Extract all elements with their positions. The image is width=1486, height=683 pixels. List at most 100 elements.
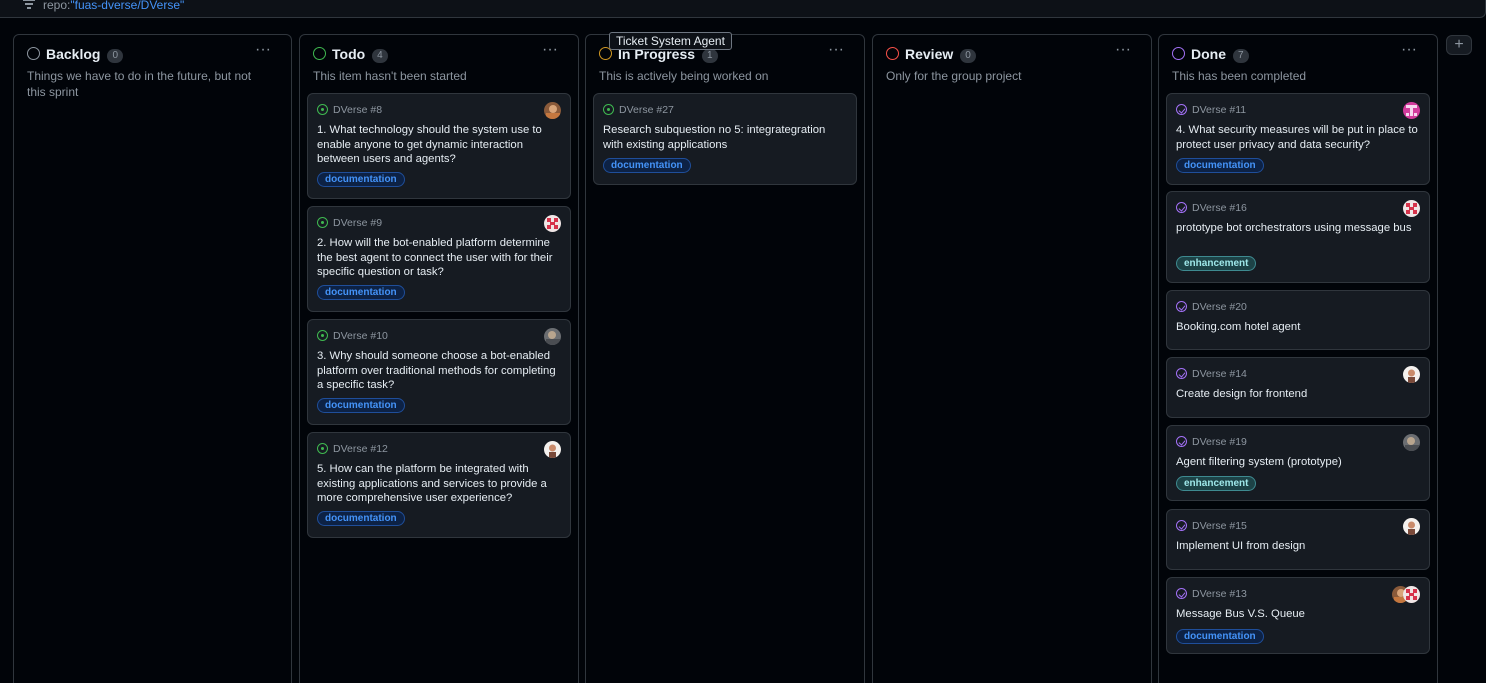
column-menu-icon[interactable]: ···: [828, 41, 844, 59]
add-column-button[interactable]: +: [1446, 35, 1472, 55]
column-count: 1: [702, 49, 718, 63]
issue-title[interactable]: prototype bot orchestrators using messag…: [1176, 221, 1419, 236]
issue-card[interactable]: DVerse #19 Agent filtering system (proto…: [1166, 425, 1430, 501]
issue-title[interactable]: 5. How can the platform be integrated wi…: [317, 462, 560, 506]
issue-reference[interactable]: DVerse #8: [317, 104, 382, 116]
label-badge[interactable]: documentation: [603, 158, 691, 173]
issue-reference[interactable]: DVerse #15: [1176, 520, 1247, 532]
label-badge[interactable]: documentation: [317, 285, 405, 300]
column-title: Todo 4: [332, 46, 388, 63]
column-description: This has been completed: [1172, 69, 1307, 83]
column-todo: Todo 4 ··· This item hasn't been started …: [299, 34, 579, 683]
tooltip: Ticket System Agent: [609, 32, 732, 50]
open-issue-icon: [317, 443, 328, 454]
column-description: Only for the group project: [886, 69, 1022, 83]
column-menu-icon[interactable]: ···: [255, 41, 271, 59]
issue-title[interactable]: Agent filtering system (prototype): [1176, 455, 1419, 470]
label-badge[interactable]: documentation: [317, 398, 405, 413]
status-circle-icon: [27, 47, 40, 60]
filter-icon: [22, 0, 36, 9]
issue-title[interactable]: 2. How will the bot-enabled platform det…: [317, 236, 560, 280]
issue-reference[interactable]: DVerse #12: [317, 443, 388, 455]
assignee-avatar[interactable]: [544, 215, 561, 232]
assignee-avatar[interactable]: [1403, 586, 1420, 603]
issue-title[interactable]: 3. Why should someone choose a bot-enabl…: [317, 349, 560, 393]
column-menu-icon[interactable]: ···: [1401, 41, 1417, 59]
issue-card[interactable]: DVerse #10 3. Why should someone choose …: [307, 319, 571, 425]
column-count: 7: [1233, 49, 1249, 63]
issue-card[interactable]: DVerse #16 prototype bot orchestrators u…: [1166, 191, 1430, 283]
issue-card[interactable]: DVerse #20 Booking.com hotel agent: [1166, 290, 1430, 350]
open-issue-icon: [603, 104, 614, 115]
open-issue-icon: [317, 217, 328, 228]
issue-card[interactable]: DVerse #15 Implement UI from design: [1166, 509, 1430, 570]
issue-title[interactable]: Research subquestion no 5: integrategrat…: [603, 123, 846, 152]
issue-title[interactable]: Implement UI from design: [1176, 539, 1419, 554]
closed-issue-icon: [1176, 520, 1187, 531]
column-title: Done 7: [1191, 46, 1249, 63]
assignee-avatar[interactable]: [1403, 518, 1420, 535]
issue-card[interactable]: DVerse #13 Message Bus V.S. Queue docume…: [1166, 577, 1430, 654]
column-menu-icon[interactable]: ···: [542, 41, 558, 59]
column-description: Things we have to do in the future, but …: [27, 69, 252, 99]
closed-issue-icon: [1176, 436, 1187, 447]
issue-card[interactable]: DVerse #27 Research subquestion no 5: in…: [593, 93, 857, 185]
issue-reference[interactable]: DVerse #10: [317, 330, 388, 342]
issue-card[interactable]: DVerse #9 2. How will the bot-enabled pl…: [307, 206, 571, 312]
assignee-avatar[interactable]: [1403, 434, 1420, 451]
column-description: This item hasn't been started: [313, 69, 467, 83]
issue-reference[interactable]: DVerse #13: [1176, 588, 1247, 600]
open-issue-icon: [317, 330, 328, 341]
column-count: 0: [107, 49, 124, 63]
assignee-avatar[interactable]: [1403, 200, 1420, 217]
issue-reference[interactable]: DVerse #9: [317, 217, 382, 229]
issue-title[interactable]: Booking.com hotel agent: [1176, 320, 1419, 335]
issue-title[interactable]: Message Bus V.S. Queue: [1176, 607, 1419, 622]
column-in-progress: In Progress 1 ··· This is actively being …: [585, 34, 865, 683]
column-title: Review 0: [905, 46, 976, 63]
column-title: Backlog 0: [46, 46, 124, 63]
column-count: 4: [372, 49, 388, 63]
column-description: This is actively being worked on: [599, 69, 769, 83]
issue-title[interactable]: 4. What security measures will be put in…: [1176, 123, 1419, 152]
assignee-avatar[interactable]: [544, 441, 561, 458]
label-badge[interactable]: documentation: [317, 511, 405, 526]
label-badge[interactable]: enhancement: [1176, 476, 1257, 491]
label-badge[interactable]: documentation: [317, 172, 405, 187]
issue-card[interactable]: DVerse #11 4. What security measures wil…: [1166, 93, 1430, 185]
status-circle-icon: [313, 47, 326, 60]
issue-reference[interactable]: DVerse #14: [1176, 368, 1247, 380]
issue-card[interactable]: DVerse #14 Create design for frontend: [1166, 357, 1430, 418]
column-review: Review 0 ··· Only for the group project: [872, 34, 1152, 683]
issue-card[interactable]: DVerse #8 1. What technology should the …: [307, 93, 571, 199]
closed-issue-icon: [1176, 202, 1187, 213]
issue-reference[interactable]: DVerse #16: [1176, 202, 1247, 214]
column-done: Done 7 ··· This has been completed DVerse…: [1158, 34, 1438, 683]
column-menu-icon[interactable]: ···: [1115, 41, 1131, 59]
issue-card[interactable]: DVerse #12 5. How can the platform be in…: [307, 432, 571, 538]
open-issue-icon: [317, 104, 328, 115]
issue-title[interactable]: Create design for frontend: [1176, 387, 1419, 402]
assignee-avatar[interactable]: [544, 328, 561, 345]
assignee-avatar[interactable]: [544, 102, 561, 119]
issue-reference[interactable]: DVerse #19: [1176, 436, 1247, 448]
label-badge[interactable]: enhancement: [1176, 256, 1257, 271]
label-badge[interactable]: documentation: [1176, 158, 1264, 173]
issue-reference[interactable]: DVerse #20: [1176, 301, 1247, 313]
filter-bar[interactable]: repo:"fuas-dverse/DVerse": [0, 0, 1486, 18]
issue-reference[interactable]: DVerse #27: [603, 104, 674, 116]
column-count: 0: [960, 49, 976, 63]
issue-title[interactable]: 1. What technology should the system use…: [317, 123, 560, 167]
filter-query[interactable]: repo:"fuas-dverse/DVerse": [43, 0, 184, 12]
closed-issue-icon: [1176, 588, 1187, 599]
closed-issue-icon: [1176, 104, 1187, 115]
issue-reference[interactable]: DVerse #11: [1176, 104, 1246, 116]
closed-issue-icon: [1176, 368, 1187, 379]
assignee-avatar[interactable]: [1403, 102, 1420, 119]
assignee-avatar[interactable]: [1403, 366, 1420, 383]
label-badge[interactable]: documentation: [1176, 629, 1264, 644]
column-backlog: Backlog 0 ··· Things we have to do in the…: [13, 34, 292, 683]
status-circle-icon: [1172, 47, 1185, 60]
closed-issue-icon: [1176, 301, 1187, 312]
status-circle-icon: [886, 47, 899, 60]
